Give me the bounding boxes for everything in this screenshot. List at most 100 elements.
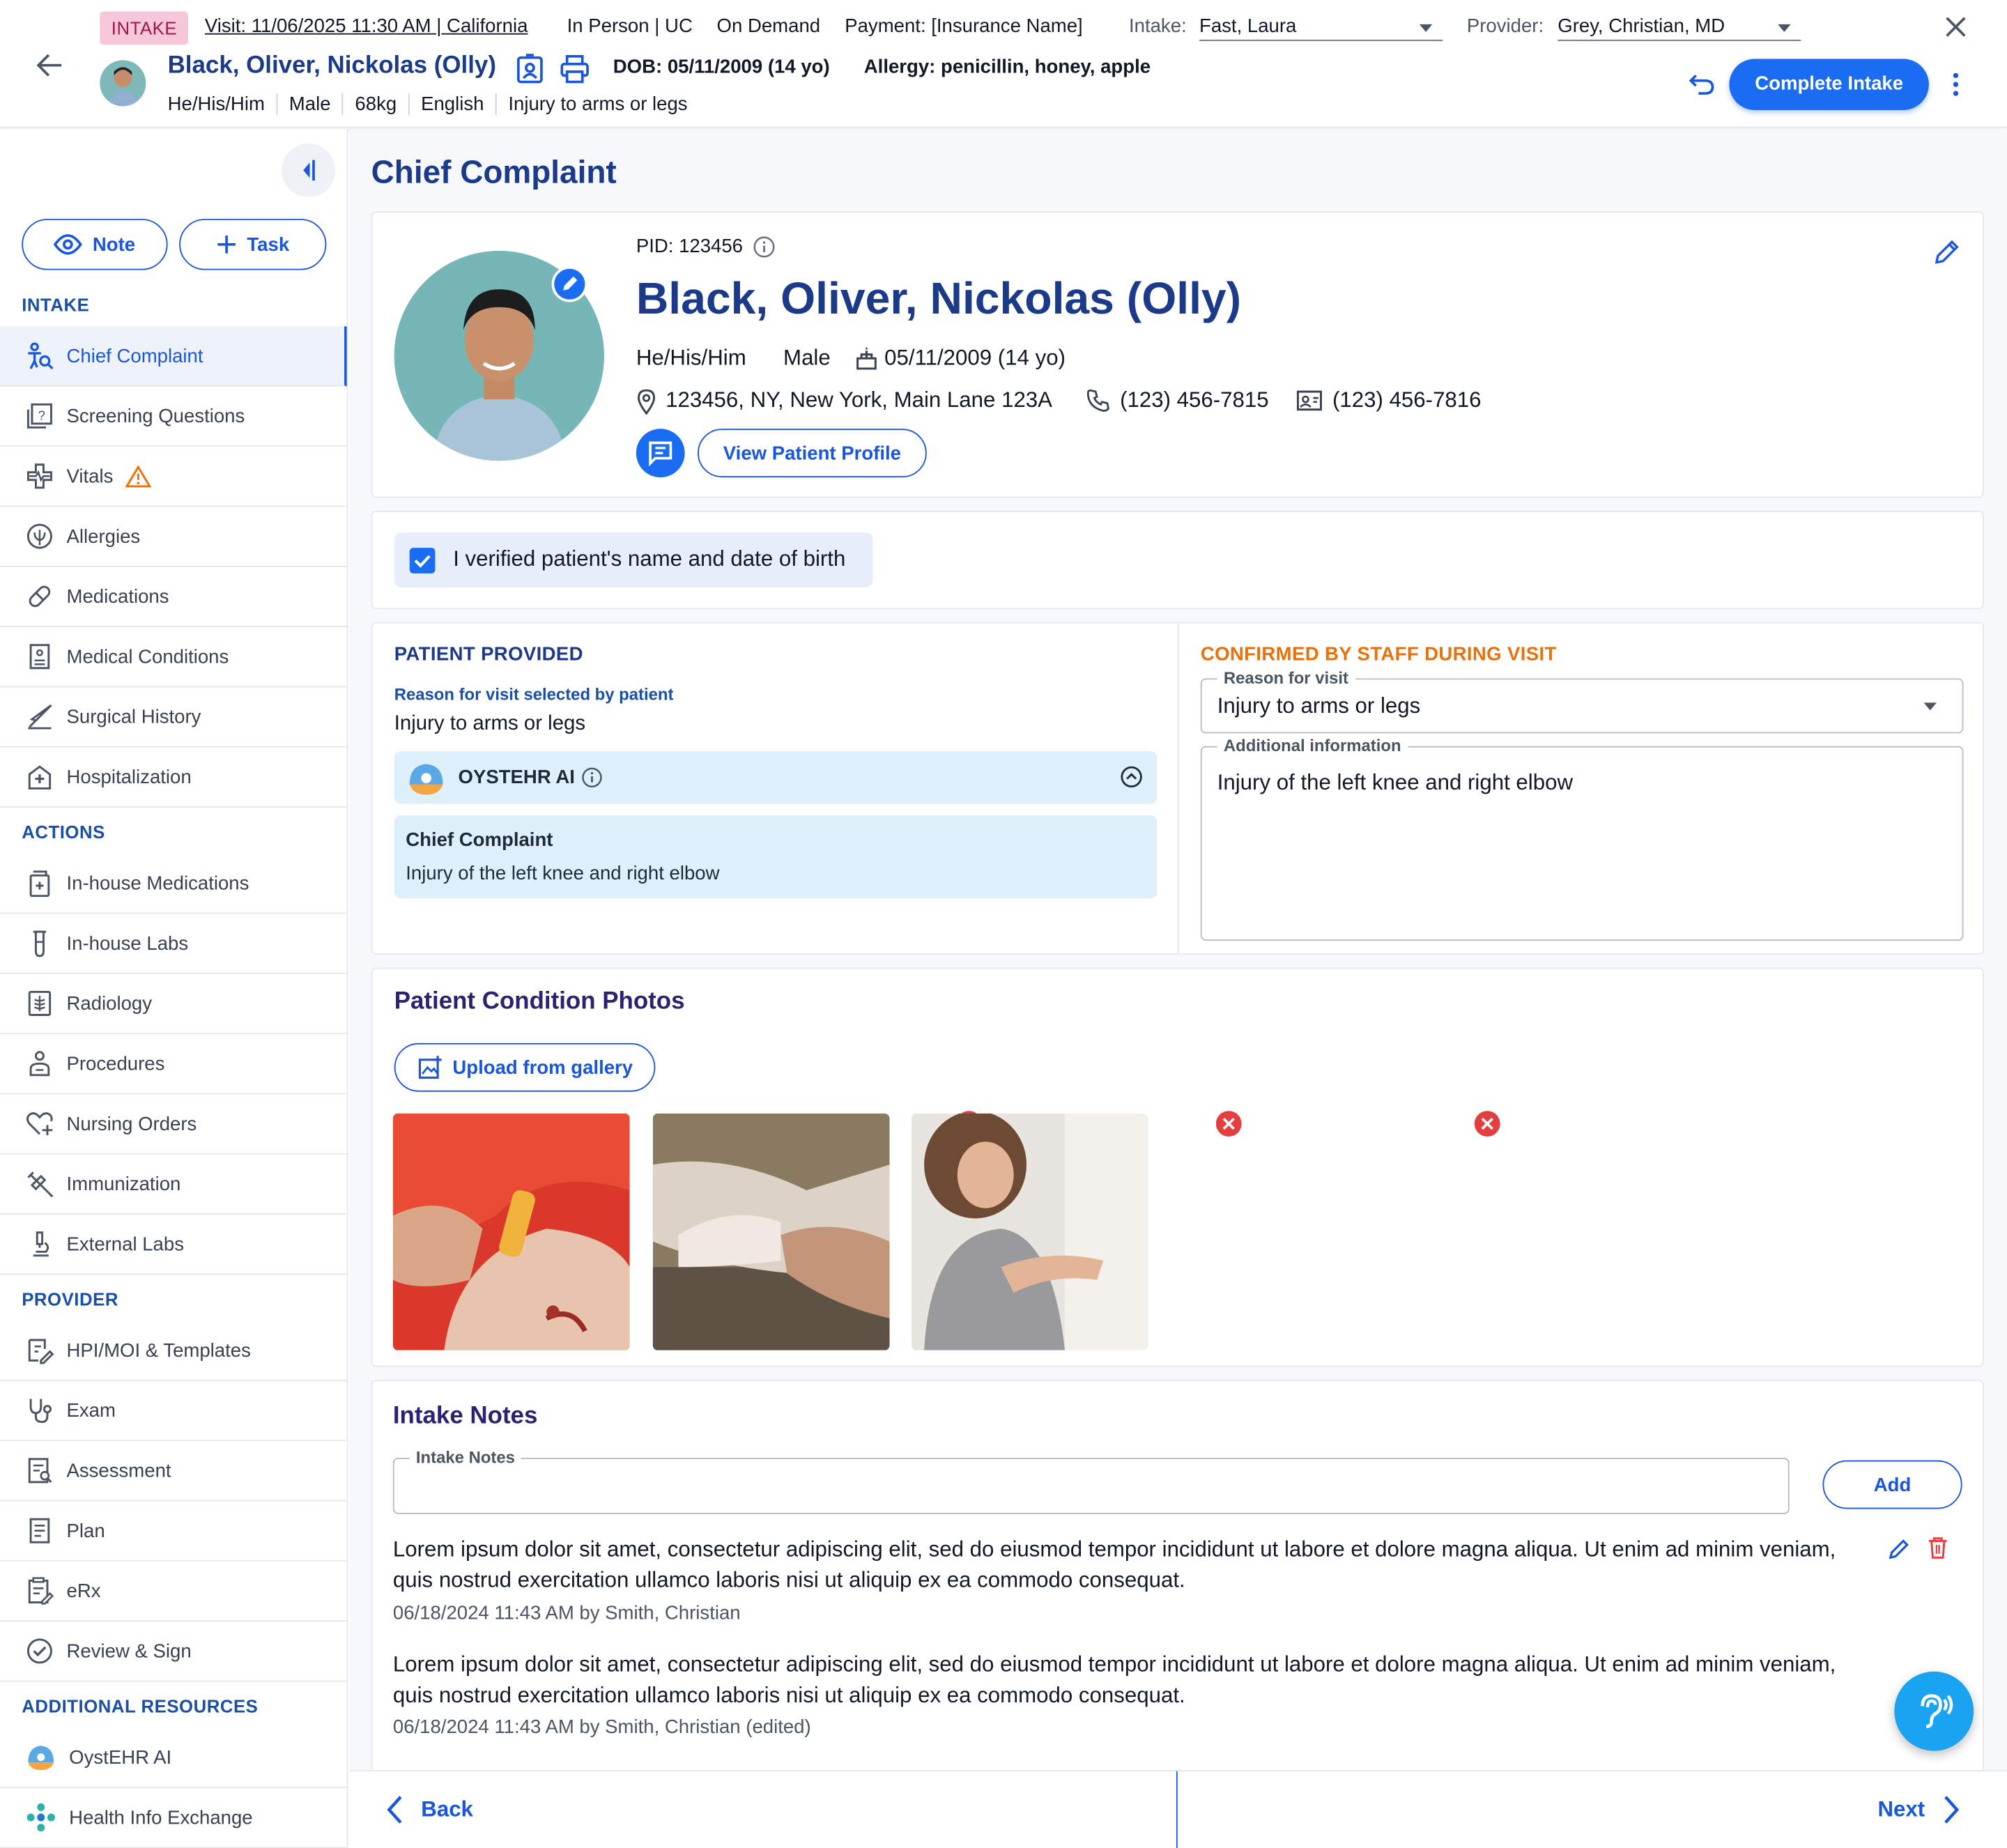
header-dob: DOB: 05/11/2009 (14 yo) (613, 56, 830, 79)
sidebar-item-nursing-orders[interactable]: Nursing Orders (0, 1094, 347, 1155)
undo-icon[interactable] (1689, 70, 1716, 98)
oystehr-ai-panel-header[interactable]: OYSTEHR AI (394, 751, 1158, 804)
sidebar-item-hpi-templates[interactable]: HPI/MOI & Templates (0, 1320, 347, 1381)
sidebar-item-vitals[interactable]: Vitals (0, 447, 347, 507)
chevron-down-icon[interactable] (1778, 24, 1791, 32)
message-button[interactable] (636, 429, 685, 478)
close-icon[interactable] (1943, 14, 1969, 40)
patient-card-icon[interactable] (516, 54, 544, 84)
sidebar-item-label: Immunization (66, 1173, 181, 1195)
sidebar-item-label: External Labs (66, 1233, 184, 1255)
edit-photo-button[interactable] (551, 266, 588, 302)
collapse-chevron-icon[interactable] (1120, 765, 1143, 788)
patient-name[interactable]: Black, Oliver, Nickolas (Olly) (168, 52, 496, 80)
note-button[interactable]: Note (22, 219, 168, 270)
intake-notes-input[interactable]: Intake Notes (392, 1447, 1790, 1514)
sidebar-item-oystehr-ai[interactable]: OystEHR AI (0, 1728, 347, 1788)
add-note-button[interactable]: Add (1822, 1460, 1962, 1509)
sidebar-item-radiology[interactable]: Radiology (0, 974, 347, 1035)
sidebar-item-external-labs[interactable]: External Labs (0, 1215, 347, 1275)
sidebar-item-surgical-history[interactable]: Surgical History (0, 687, 347, 748)
eye-note-icon (54, 234, 83, 255)
reason-selected-label: Reason for visit selected by patient (394, 684, 674, 704)
sidebar-item-review-sign[interactable]: Review & Sign (0, 1622, 347, 1682)
condition-photo-3[interactable] (911, 1113, 1148, 1350)
patient-card: PID: 123456 Black, Oliver, Nickolas (Oll… (371, 211, 1984, 498)
verify-checkbox[interactable] (409, 548, 436, 573)
pill-icon (29, 585, 51, 608)
print-icon[interactable] (560, 54, 590, 84)
sidebar-item-procedures[interactable]: Procedures (0, 1034, 347, 1095)
patient-fax: (123) 456-7816 (1332, 387, 1482, 413)
chevron-down-icon[interactable] (1419, 24, 1433, 32)
sidebar-item-allergies[interactable]: Allergies (0, 507, 347, 567)
section-actions: ACTIONS (22, 822, 105, 842)
provider-select[interactable]: Grey, Christian, MD (1558, 15, 1801, 41)
verification-card: I verified patient's name and date of bi… (371, 510, 1984, 610)
sidebar-item-label: Surgical History (66, 705, 201, 728)
verify-checkbox-row[interactable]: I verified patient's name and date of bi… (394, 532, 873, 588)
procedure-icon (29, 1051, 50, 1077)
view-profile-label: View Patient Profile (723, 442, 901, 464)
intake-notes-label: Intake Notes (409, 1447, 522, 1467)
sidebar-item-screening-questions[interactable]: ? Screening Questions (0, 387, 347, 447)
assessment-icon (28, 1458, 52, 1484)
sidebar-item-label: Procedures (66, 1052, 165, 1075)
note-text-2: Lorem ipsum dolor sit amet, consectetur … (392, 1652, 1836, 1708)
sidebar-item-label: eRx (66, 1580, 101, 1602)
sidebar-item-assessment[interactable]: Assessment (0, 1441, 347, 1502)
reason-for-visit-select[interactable]: Reason for visit Injury to arms or legs (1200, 668, 1964, 734)
edit-note-icon[interactable] (1888, 1537, 1911, 1560)
sidebar-item-plan[interactable]: Plan (0, 1501, 347, 1562)
delete-note-icon[interactable] (1928, 1536, 1948, 1559)
sidebar-item-medical-conditions[interactable]: Medical Conditions (0, 627, 347, 688)
reason-for-visit-label: Reason for visit (1217, 668, 1355, 688)
upload-from-gallery-button[interactable]: Upload from gallery (394, 1042, 656, 1092)
sidebar-item-medications[interactable]: Medications (0, 567, 347, 627)
remove-photo-3-button[interactable] (1472, 1108, 1503, 1139)
remove-photo-2-button[interactable] (1213, 1108, 1245, 1139)
edit-patient-icon[interactable] (1932, 238, 1960, 266)
task-button[interactable]: Task (179, 219, 327, 270)
more-vert-icon[interactable] (1951, 72, 1961, 98)
additional-information-field[interactable]: Additional information Injury of the lef… (1200, 736, 1964, 941)
sidebar-item-label: Health Info Exchange (69, 1806, 253, 1828)
sidebar-item-hospitalization[interactable]: Hospitalization (0, 748, 347, 808)
main-content: Chief Complaint PID: 123456 Black, Olive… (349, 129, 2007, 1848)
patient-meta: He/His/Him Male 68kg English Injury to a… (167, 93, 699, 116)
syringe-icon (27, 1171, 54, 1198)
plan-document-icon (29, 1518, 50, 1543)
sidebar-item-exam[interactable]: Exam (0, 1381, 347, 1442)
sidebar-item-label: Review & Sign (66, 1640, 192, 1662)
collapse-sidebar-button[interactable] (282, 143, 336, 197)
back-button[interactable]: Back (385, 1794, 473, 1825)
condition-photo-1[interactable] (392, 1113, 630, 1350)
complaint-comparison-card: PATIENT PROVIDED Reason for visit select… (371, 622, 1984, 955)
note-button-label: Note (92, 233, 136, 256)
visit-info[interactable]: Visit: 11/06/2025 11:30 AM | California (205, 15, 528, 37)
oystehr-ai-icon (28, 1746, 54, 1771)
sidebar-item-erx[interactable]: eRx (0, 1562, 347, 1622)
photos-title: Patient Condition Photos (394, 987, 685, 1015)
info-icon[interactable] (753, 236, 776, 259)
sidebar-item-inhouse-labs[interactable]: In-house Labs (0, 914, 347, 974)
ambient-listening-button[interactable] (1894, 1671, 1974, 1751)
sidebar-item-label: HPI/MOI & Templates (66, 1339, 251, 1362)
back-arrow-icon[interactable] (36, 51, 63, 79)
meta-reason: Injury to arms or legs (495, 93, 699, 116)
intake-select[interactable]: Fast, Laura (1199, 15, 1443, 41)
sidebar-item-chief-complaint[interactable]: Chief Complaint (0, 326, 347, 387)
sidebar-item-label: In-house Labs (66, 932, 189, 955)
meta-pronouns: He/His/Him (167, 93, 265, 116)
sidebar-item-immunization[interactable]: Immunization (0, 1155, 347, 1215)
condition-photo-2[interactable] (652, 1113, 890, 1350)
cake-icon (855, 346, 878, 371)
next-button[interactable]: Next (1877, 1794, 1960, 1825)
section-additional-resources: ADDITIONAL RESOURCES (22, 1695, 259, 1717)
patient-provided-heading: PATIENT PROVIDED (394, 643, 583, 666)
view-patient-profile-button[interactable]: View Patient Profile (698, 429, 927, 478)
sidebar-item-health-info-exchange[interactable]: Health Info Exchange (0, 1788, 347, 1848)
complete-intake-button[interactable]: Complete Intake (1729, 59, 1929, 110)
info-icon[interactable] (581, 767, 603, 788)
sidebar-item-inhouse-medications[interactable]: In-house Medications (0, 854, 347, 914)
